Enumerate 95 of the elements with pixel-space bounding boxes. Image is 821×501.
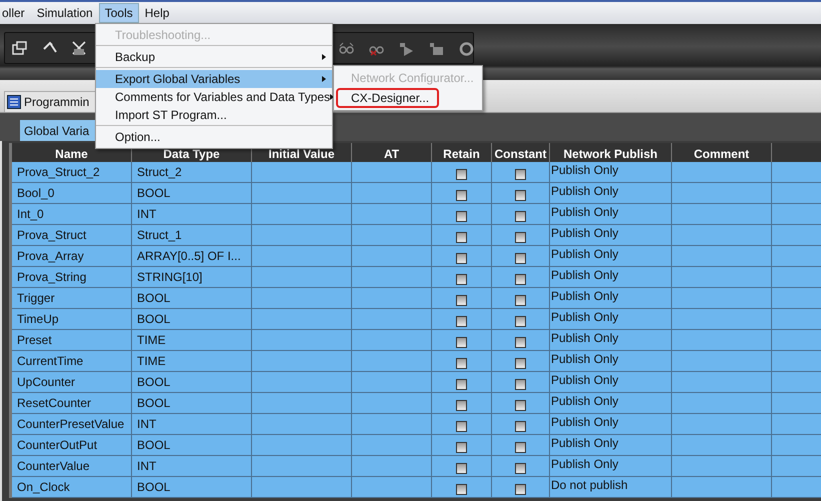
checkbox[interactable] [515, 274, 526, 284]
table-cell: Publish Only [550, 267, 672, 288]
table-cell: Prova_Array [12, 246, 132, 267]
table-cell: BOOL [132, 309, 252, 330]
menu-item[interactable]: Import ST Program... [96, 106, 332, 124]
table-cell: Publish Only [550, 309, 672, 330]
table-cell: CounterValue [12, 456, 132, 477]
table-cell: Publish Only [550, 204, 672, 225]
table-cell: Publish Only [550, 288, 672, 309]
table-cell: Publish Only [550, 246, 672, 267]
table-cell: UpCounter [12, 372, 132, 393]
menu-item[interactable]: Help [138, 3, 176, 23]
checkbox[interactable] [515, 442, 526, 452]
checkbox[interactable] [456, 168, 467, 180]
table-cell: INT [132, 456, 252, 477]
table-cell: Publish Only [550, 456, 672, 477]
table-cell: Prova_Struct [12, 225, 132, 246]
table-cell: Publish Only [550, 183, 672, 204]
table-cell: CounterOutPut [12, 435, 132, 456]
table-cell: Publish Only [550, 330, 672, 351]
menu-item[interactable]: Option... [96, 128, 332, 146]
checkbox[interactable] [456, 190, 467, 200]
table-cell: BOOL [132, 393, 252, 414]
table-cell: BOOL [132, 372, 252, 393]
menu-item[interactable]: Tools [98, 3, 139, 23]
checkbox[interactable] [456, 358, 467, 368]
table-cell: Prova_String [12, 267, 132, 288]
menu-item[interactable]: CX-Designer... [336, 88, 440, 108]
global-variables-tab[interactable]: Global Varia [20, 120, 96, 141]
menu-item[interactable]: oller [0, 3, 31, 23]
table-cell: Bool_0 [12, 183, 132, 204]
table-cell: TIME [132, 351, 252, 372]
checkbox[interactable] [515, 316, 526, 326]
refresh-icon[interactable] [458, 40, 475, 56]
glasses-icon[interactable] [338, 40, 355, 56]
table-cell: INT [132, 204, 252, 225]
table-cell: Prova_Struct_2 [12, 162, 132, 183]
checkbox[interactable] [456, 336, 467, 348]
table-cell: Int_0 [12, 204, 132, 225]
table-cell: Publish Only [550, 372, 672, 393]
table-cell: TIME [132, 330, 252, 351]
table-cell: ARRAY[0..5] OF I... [132, 246, 252, 267]
table-cell: STRING[10] [132, 267, 252, 288]
checkbox[interactable] [515, 294, 526, 306]
checkbox[interactable] [456, 210, 467, 222]
checkbox[interactable] [456, 400, 467, 410]
table-cell: Publish Only [550, 225, 672, 246]
checkbox[interactable] [515, 210, 526, 222]
checkbox[interactable] [515, 232, 526, 242]
checkbox[interactable] [456, 378, 467, 390]
checkbox[interactable] [456, 232, 467, 242]
checkbox[interactable] [515, 420, 526, 432]
cross-arrows-icon[interactable] [71, 40, 88, 56]
editor-tab[interactable]: Programmin [4, 91, 96, 112]
table-cell: BOOL [132, 435, 252, 456]
checkbox[interactable] [515, 252, 526, 264]
table-cell: CurrentTime [12, 351, 132, 372]
checkbox[interactable] [456, 316, 467, 326]
table-cell: Publish Only [550, 351, 672, 372]
checkbox[interactable] [515, 336, 526, 348]
window-icon[interactable] [11, 40, 28, 56]
table-cell: Publish Only [550, 162, 672, 183]
table-cell: BOOL [132, 477, 252, 498]
table-cell: TimeUp [12, 309, 132, 330]
table-cell: CounterPresetValue [12, 414, 132, 435]
checkbox[interactable] [515, 400, 526, 410]
checkbox[interactable] [456, 484, 467, 494]
checkbox[interactable] [515, 358, 526, 368]
checkbox[interactable] [456, 252, 467, 264]
checkbox[interactable] [515, 378, 526, 390]
table-cell: Publish Only [550, 435, 672, 456]
checkbox[interactable] [515, 168, 526, 180]
table-cell: Preset [12, 330, 132, 351]
checkbox[interactable] [456, 420, 467, 432]
list-icon [7, 95, 21, 109]
checkbox[interactable] [515, 190, 526, 200]
table-cell: BOOL [132, 288, 252, 309]
table-cell: Do not publish [550, 477, 672, 498]
checkbox[interactable] [456, 442, 467, 452]
table-cell: INT [132, 414, 252, 435]
checkbox[interactable] [515, 484, 526, 494]
menu-item[interactable]: Export Global Variables [96, 70, 332, 88]
table-cell: Trigger [12, 288, 132, 309]
checkbox[interactable] [456, 274, 467, 284]
table-cell: Struct_1 [132, 225, 252, 246]
table-cell: ResetCounter [12, 393, 132, 414]
table-cell: Struct_2 [132, 162, 252, 183]
menu-item[interactable]: Simulation [30, 3, 99, 23]
checkbox[interactable] [515, 462, 526, 474]
table-cell: Publish Only [550, 393, 672, 414]
table-cell: On_Clock [12, 477, 132, 498]
table-cell: Publish Only [550, 414, 672, 435]
table-cell: BOOL [132, 183, 252, 204]
checkbox[interactable] [456, 462, 467, 474]
checkbox[interactable] [456, 294, 467, 306]
